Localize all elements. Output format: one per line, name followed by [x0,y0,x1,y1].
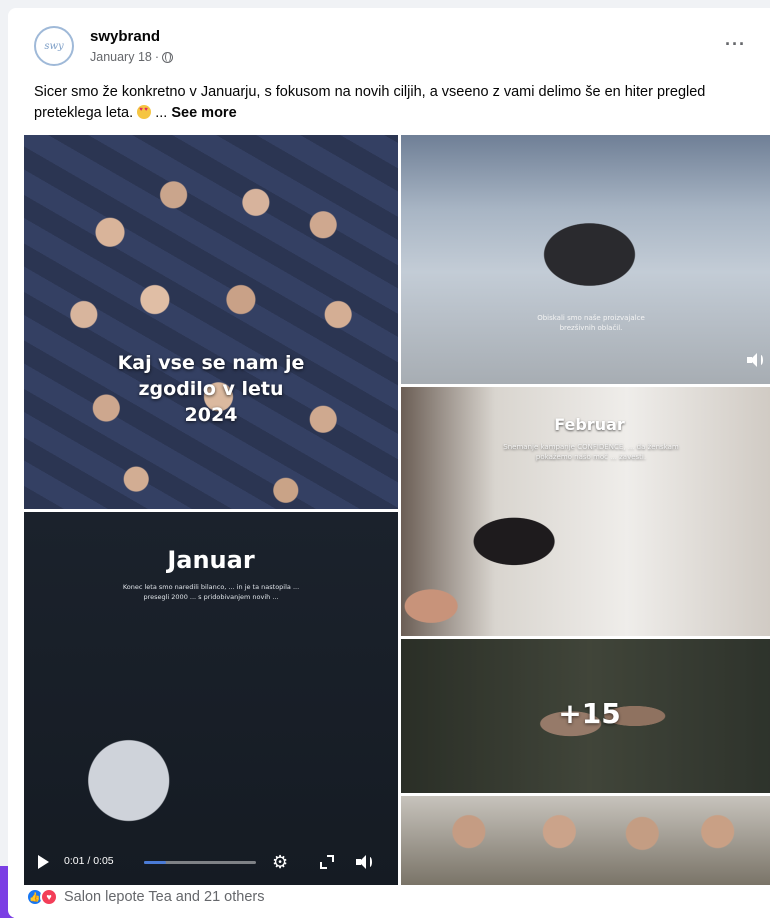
media-tile-team[interactable] [401,796,770,885]
fullscreen-icon[interactable] [320,855,334,869]
tile-title-line: zgodilo v letu [138,378,284,400]
meta-separator: · [154,50,160,64]
post-date[interactable]: January 18 [90,50,152,64]
tile-overlay-title: Kaj vse se nam je zgodilo v letu 2024 [24,350,398,428]
love-icon: ♥ [40,888,58,906]
post-text-body: Sicer smo že konkretno v Januarju, s fok… [34,84,706,121]
video-time: 0:01 / 0:05 [64,855,114,867]
video-progress-bar[interactable] [144,861,256,864]
tile-caption: Konec leta smo naredili bilanco, ... in … [122,583,300,601]
avatar[interactable]: swy [34,26,74,66]
more-options-button[interactable]: ··· [725,34,746,55]
post-header: swy swybrand January 18 · ··· [8,8,770,76]
video-progress-fill [144,861,167,864]
media-tile-photoshoot[interactable]: Februar Snemanje kampanje CONFIDENCE, ..… [401,387,770,636]
mute-icon[interactable] [747,353,763,367]
reactions-bar[interactable]: 👍 ♥ Salon lepote Tea and 21 others [26,886,264,908]
tile-title: Februar [554,415,625,434]
play-icon[interactable] [38,855,49,869]
globe-icon [162,51,174,63]
gear-icon[interactable]: ⚙ [272,853,290,871]
see-more-link[interactable]: See more [171,105,236,121]
author-name[interactable]: swybrand [90,28,160,45]
post-meta: January 18 · [90,50,174,64]
mute-icon[interactable] [356,855,372,869]
post-text: Sicer smo že konkretno v Januarju, s fok… [34,82,764,124]
media-tile-selfie[interactable]: +15 [401,639,770,793]
avatar-logo-text: swy [44,40,64,52]
media-tile-factory[interactable]: Obiskali smo naše proizvajalce brezšivni… [401,135,770,384]
tile-caption: Obiskali smo naše proizvajalce brezšivni… [537,314,645,332]
heart-eyes-emoji-icon [137,105,152,119]
tile-title: Januar [167,546,255,574]
more-photos-count[interactable]: +15 [401,697,770,730]
tile-caption: Snemanje kampanje CONFIDENCE, ... da žen… [503,443,679,461]
facebook-post: swy swybrand January 18 · ··· Sicer smo … [8,8,770,918]
media-grid: Kaj vse se nam je zgodilo v letu 2024 Ob… [24,135,770,885]
media-tile-group-photo[interactable]: Kaj vse se nam je zgodilo v letu 2024 [24,135,398,509]
tile-title-line: Kaj vse se nam je [117,352,305,374]
media-tile-video-januar[interactable]: Januar Konec leta smo naredili bilanco, … [24,512,398,885]
tile-title-line: 2024 [184,404,238,426]
video-controls: 0:01 / 0:05 ⚙ [24,851,398,873]
reactions-text[interactable]: Salon lepote Tea and 21 others [64,889,264,905]
post-text-ellipsis: ... [155,105,168,121]
